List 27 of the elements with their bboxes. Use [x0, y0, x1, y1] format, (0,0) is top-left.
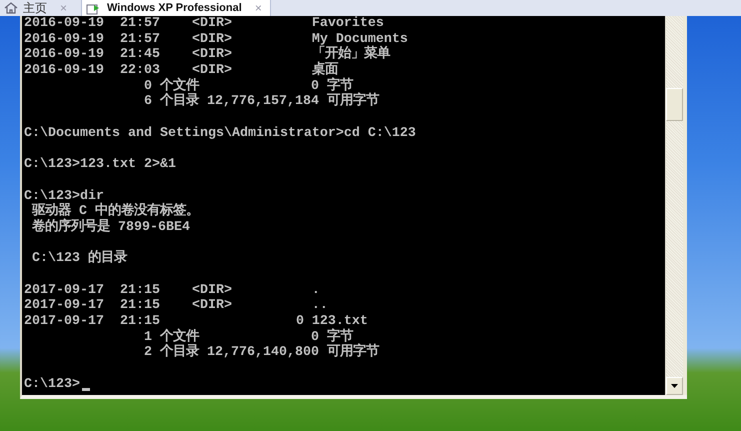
console-line: 2017-09-17 21:15 <DIR> .: [24, 282, 320, 298]
console-line: 驱动器 C 中的卷没有标签。: [30, 204, 199, 220]
console-line: C:\123>dir: [24, 188, 104, 204]
down-arrow-icon: [671, 384, 678, 388]
tab[interactable]: Windows XP Professional ×: [81, 0, 271, 16]
console-line: C:\Documents and Settings\Administrator>cd C:\123: [24, 126, 416, 142]
console-line: 2016-09-19 21:57 <DIR> My Documents: [24, 32, 408, 47]
console-line: 2017-09-17 21:15 0 123.txt: [24, 314, 368, 330]
console-line: 2016-09-19 22:03 <DIR> 桌面: [24, 63, 338, 78]
scroll-down-button[interactable]: [666, 377, 683, 395]
console-line: 2017-09-17 21:15 <DIR> ..: [24, 298, 328, 314]
console-line: 0 个文件 0 字节: [142, 78, 353, 94]
console-line: C:\123 的目录: [30, 251, 127, 267]
console-line: C:\123>: [24, 376, 80, 392]
tab-label: 主页: [23, 0, 47, 16]
console-line: 1 个文件 0 字节: [142, 330, 353, 345]
scrollbar[interactable]: [665, 16, 683, 395]
console-line: 2 个目录 12,776,140,800 可用字节: [142, 345, 379, 362]
console-line: 2016-09-19 21:45 <DIR> 「开始」菜单: [24, 47, 390, 62]
console-line: C:\123>123.txt 2>&1: [24, 157, 176, 173]
console-line: 2016-09-19 21:57 <DIR> Favorites: [24, 16, 384, 32]
console-line: 6 个目录 12,776,157,184 可用字节: [142, 94, 379, 110]
console-line: 卷的序列号是 7899-6BE4: [30, 220, 190, 236]
home-icon: [4, 2, 18, 14]
tab[interactable]: 主页 ×: [2, 0, 74, 16]
scroll-thumb[interactable]: [666, 88, 683, 121]
tab-label: Windows XP Professional: [107, 2, 242, 14]
